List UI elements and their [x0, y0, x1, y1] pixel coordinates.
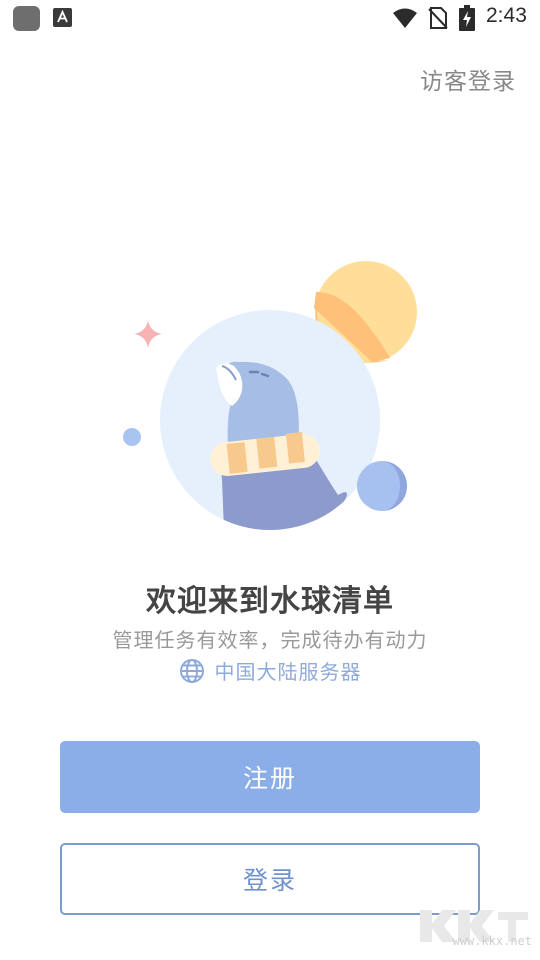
server-label: 中国大陆服务器	[214, 660, 362, 684]
welcome-illustration	[123, 261, 417, 530]
watermark-logo	[420, 910, 528, 942]
app-icon	[13, 6, 40, 31]
globe-icon	[179, 658, 204, 683]
register-button[interactable]: 注册	[60, 741, 480, 813]
sparkle-shape	[134, 320, 162, 348]
wifi-icon	[393, 8, 417, 28]
welcome-title: 欢迎来到水球清单	[146, 584, 394, 619]
font-icon	[53, 8, 72, 27]
status-bar: 2:43	[0, 0, 540, 36]
welcome-subtitle: 管理任务有效率，完成待办有动力	[112, 628, 428, 652]
status-time: 2:43	[486, 4, 527, 27]
battery-charging-icon	[459, 5, 475, 31]
watermark-text: www.kkx.net	[452, 934, 532, 948]
no-sim-icon	[428, 7, 448, 29]
guest-login-link[interactable]: 访客登录	[420, 62, 516, 96]
server-selector[interactable]: 中国大陆服务器	[0, 656, 540, 685]
dot-shape	[123, 428, 141, 446]
